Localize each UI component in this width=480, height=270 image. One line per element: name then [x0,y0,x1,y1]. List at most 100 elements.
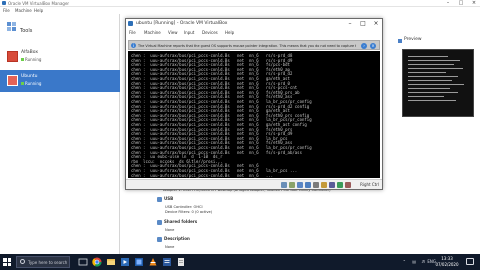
preview-line [408,84,464,85]
close-button[interactable]: × [468,0,480,7]
close-icon[interactable]: × [370,43,376,49]
vm-item-alfabox[interactable]: AlfaBox Running [0,46,120,68]
tray-up-icon[interactable]: ⌃ [403,259,406,264]
manager-title: Oracle VM VirtualBox Manager [8,1,70,6]
shared-folders-header[interactable]: Shared folders [157,219,397,227]
virtualbox-taskbar-icon[interactable] [134,257,144,267]
shared-folders-title: Shared folders [164,219,198,224]
usb-controller-line: USB Controller: OHCI [165,205,203,209]
audio-icon[interactable] [297,182,303,188]
cpu-icon[interactable] [345,182,351,188]
taskbar-search-box[interactable]: Type here to search [16,256,70,268]
vm-minimize-button[interactable]: – [344,19,356,29]
tools-item[interactable]: Tools [0,20,120,40]
manager-titlebar: Oracle VM VirtualBox Manager – □ × [0,0,480,7]
preview-line [408,76,458,77]
vm-state-text: Running [25,81,42,86]
clock[interactable]: 13:33 07/02/2020 [432,256,462,268]
preview-line [408,56,448,57]
word-icon[interactable] [162,257,172,267]
minimize-button[interactable]: – [442,0,454,7]
search-placeholder: Type here to search [28,260,68,265]
volume-icon[interactable]: ♬ [421,259,425,264]
running-icon [21,58,24,61]
vm-window: ubuntu [Running] - Oracle VM VirtualBox … [125,18,383,190]
tools-icon [7,22,16,31]
vm-menu-file[interactable]: File [129,30,136,35]
display-icon[interactable] [329,182,335,188]
network-icon[interactable] [305,182,311,188]
maximize-button[interactable]: □ [455,0,467,7]
vm-menu-machine[interactable]: Machine [144,30,161,35]
shared-folders-value: None [165,228,175,232]
mouse-integration-notice: i The Virtual Machine reports that the g… [128,40,380,50]
ubuntu-os-icon [7,75,18,86]
notice-dismiss-button[interactable]: › [361,43,367,49]
usb-section-title: USB [164,196,174,201]
hdd-icon[interactable] [281,182,287,188]
task-view-icon[interactable] [78,257,88,267]
preview-line [408,96,444,97]
vm-menubar: File Machine View Input Devices Help [126,29,382,37]
menu-machine[interactable]: Machine [15,8,32,13]
menu-help[interactable]: Help [34,8,43,13]
vm-name: Ubuntu [21,74,38,79]
preview-icon [398,39,402,43]
recording-icon[interactable] [337,182,343,188]
vlc-icon[interactable] [148,257,158,267]
vm-name: AlfaBox [21,50,39,55]
vm-maximize-button[interactable]: □ [357,19,369,29]
search-icon [20,259,25,264]
vm-list-pane: Tools AlfaBox Running Ubuntu Running [0,14,120,254]
preview-line [408,64,454,65]
shared-folder-icon[interactable] [321,182,327,188]
preview-line [408,92,458,93]
description-value: None [165,245,175,249]
manager-menubar: File Machine Help [0,7,480,14]
preview-line [408,80,452,81]
preview-panel: Preview [398,37,478,133]
info-icon: i [131,43,136,48]
vm-close-button[interactable]: × [370,19,382,29]
vm-state-text: Running [25,57,42,62]
notice-message: The Virtual Machine reports that the gue… [138,44,356,48]
description-icon [157,236,162,242]
vm-menu-help[interactable]: Help [225,30,234,35]
description-title: Description [164,236,190,241]
vm-menu-view[interactable]: View [168,30,178,35]
notepad-icon[interactable] [176,257,186,267]
network-tray-icon[interactable]: ▤ [412,259,416,264]
menu-file[interactable]: File [3,8,10,13]
description-header[interactable]: Description [157,236,397,244]
preview-header[interactable]: Preview [398,37,478,46]
usb-icon[interactable] [313,182,319,188]
vm-console-screen[interactable]: chen : uuu-aufsrax/bus/pci_pccs-conld.Bs… [128,51,380,178]
usb-filters-line: Device Filters: 0 (0 active) [165,210,213,214]
details-pane: Adapter 1: Intel PRO/1000 MT Desktop (Br… [157,186,397,254]
preview-line [408,68,463,69]
clock-date: 07/02/2020 [435,262,459,267]
usb-section-header[interactable]: USB [157,196,397,204]
vm-state: Running [21,81,41,86]
preview-line [408,88,450,89]
windows-start-icon[interactable] [3,258,11,266]
vm-item-ubuntu[interactable]: Ubuntu Running [0,70,120,92]
explorer-icon[interactable] [106,257,116,267]
virtualbox-icon [128,21,133,26]
chrome-icon[interactable] [92,257,102,267]
vm-menu-devices[interactable]: Devices [202,30,218,35]
media-icon[interactable] [120,257,130,267]
folder-icon [157,219,162,225]
vm-menu-input[interactable]: Input [184,30,194,35]
notification-icon[interactable] [466,258,474,265]
vm-statusbar: Right Ctrl [126,179,382,189]
virtualbox-icon [2,1,6,5]
vm-os-icon [7,51,18,62]
tools-label: Tools [20,28,33,34]
usb-icon [157,196,162,202]
preview-line [408,60,460,61]
preview-line [408,100,456,101]
vm-state: Running [21,57,41,62]
preview-screen [402,49,474,117]
optical-drive-icon[interactable] [289,182,295,188]
